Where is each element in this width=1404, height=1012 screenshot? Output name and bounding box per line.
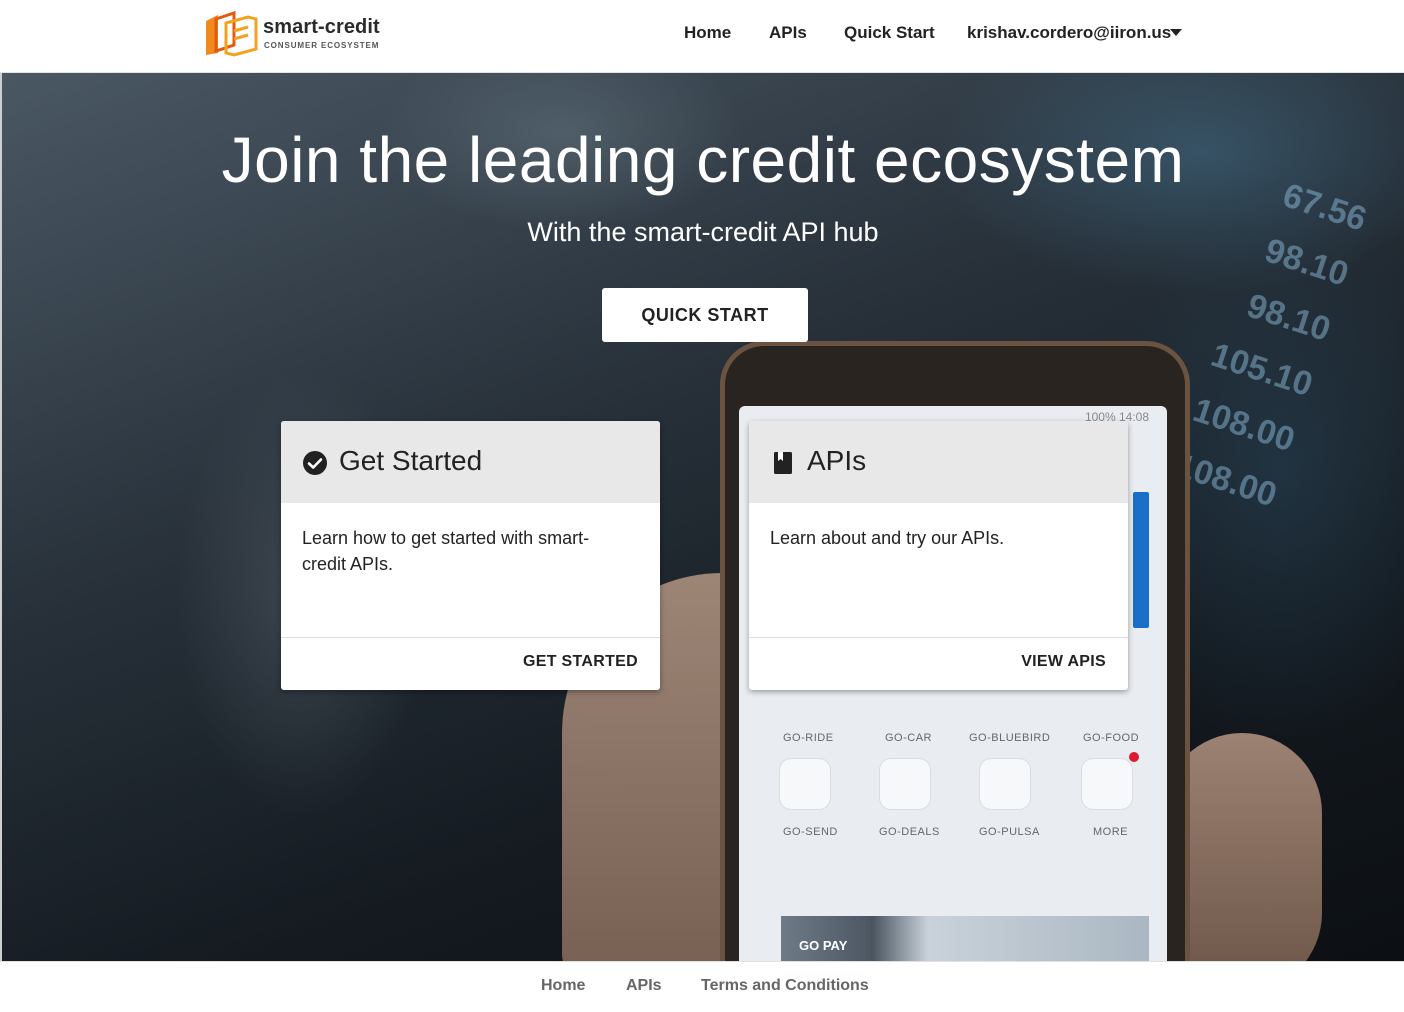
view-apis-button[interactable]: VIEW APIS <box>1021 653 1106 671</box>
get-started-button[interactable]: GET STARTED <box>523 653 638 671</box>
background-monitor: 67.56 98.10 98.10 105.10 108.00 108.00 <box>1168 161 1374 524</box>
card-description: Learn how to get started with smart-cred… <box>302 528 590 574</box>
card-get-started: Get Started Learn how to get started wit… <box>281 421 660 690</box>
tag-icon <box>879 758 931 810</box>
app-label: GO-SEND <box>783 826 838 838</box>
app-label: GO-FOOD <box>1083 732 1140 744</box>
grid-icon <box>1081 758 1133 810</box>
promo-banner-text: GO PAY <box>799 938 848 953</box>
card-apis: APIs Learn about and try our APIs. VIEW … <box>749 421 1128 690</box>
logo-mark-icon <box>206 11 258 57</box>
brand-tagline: CONSUMER ECOSYSTEM <box>264 41 380 50</box>
hero-title: Join the leading credit ecosystem <box>221 124 1185 196</box>
footer-link-home[interactable]: Home <box>541 977 585 995</box>
card-description: Learn about and try our APIs. <box>770 528 1005 548</box>
card-title: Get Started <box>339 445 483 476</box>
app-label: GO-PULSA <box>979 826 1040 838</box>
brand-logo[interactable]: smart-credit CONSUMER ECOSYSTEM <box>204 11 384 57</box>
check-circle-icon <box>303 451 327 475</box>
footer: Home APIs Terms and Conditions <box>0 961 1404 1012</box>
quick-start-button[interactable]: QUICK START <box>602 288 808 342</box>
app-label: GO-BLUEBIRD <box>969 732 1051 744</box>
nav-home[interactable]: Home <box>684 0 731 66</box>
notification-dot <box>1129 752 1139 762</box>
nav-user-menu[interactable]: krishav.cordero@iiron.us <box>967 0 1171 66</box>
brand-name: smart-credit <box>263 16 380 38</box>
hero-section: 67.56 98.10 98.10 105.10 108.00 108.00 1… <box>2 73 1404 961</box>
card-divider <box>749 637 1128 638</box>
app-label: GO-DEALS <box>879 826 940 838</box>
footer-link-apis[interactable]: APIs <box>626 977 662 995</box>
card-header: Get Started <box>281 421 660 503</box>
box-icon <box>779 758 831 810</box>
phone-icon <box>979 758 1031 810</box>
app-label: GO-RIDE <box>783 732 834 744</box>
card-header: APIs <box>749 421 1128 503</box>
hero-subtitle: With the smart-credit API hub <box>527 217 879 247</box>
card-title: APIs <box>807 445 867 476</box>
footer-link-terms[interactable]: Terms and Conditions <box>701 977 869 995</box>
nav-apis[interactable]: APIs <box>769 0 807 66</box>
card-divider <box>281 637 660 638</box>
nav-quick-start[interactable]: Quick Start <box>844 0 935 66</box>
app-label: MORE <box>1093 826 1128 838</box>
top-header: smart-credit CONSUMER ECOSYSTEM Home API… <box>0 0 1404 73</box>
phone-blue-panel <box>1133 492 1149 628</box>
chevron-down-icon[interactable] <box>1170 29 1182 36</box>
app-label: GO-CAR <box>885 732 932 744</box>
promo-banner: GO PAY <box>781 916 1149 961</box>
book-icon <box>774 452 792 474</box>
